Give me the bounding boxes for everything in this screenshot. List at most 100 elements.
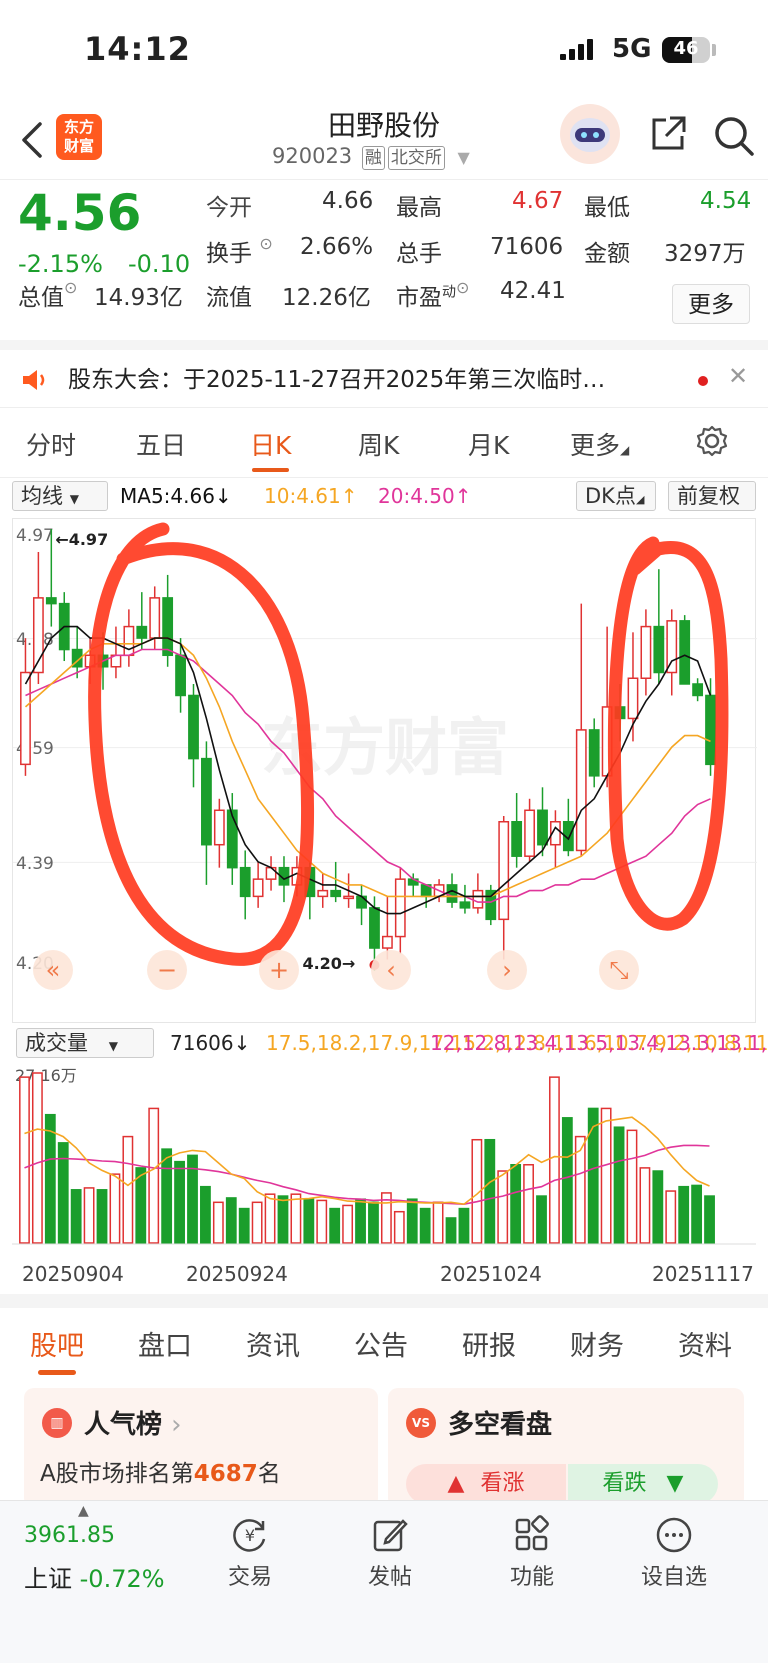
- tab-more[interactable]: 更多◢: [570, 426, 629, 462]
- ma-legend-row: 均线 ▼ MA5:4.66↓ 10:4.61↑ 20:4.50↑ DK点◢ 前复…: [0, 478, 768, 518]
- stock-code-row[interactable]: 920023 融北交所 ▼: [272, 144, 470, 170]
- volume-select[interactable]: 成交量 ▼: [16, 1028, 154, 1058]
- nav-functions[interactable]: 功能: [472, 1509, 592, 1591]
- volume-bar: [277, 1195, 289, 1244]
- fullscreen-button[interactable]: ⤡: [599, 950, 639, 990]
- more-button[interactable]: 更多: [672, 284, 750, 324]
- stock-header: 东方 财富 田野股份 920023 融北交所 ▼: [0, 100, 768, 180]
- scroll-left-button[interactable]: «: [33, 950, 73, 990]
- pe-sup: 动: [442, 284, 456, 301]
- adjust-select[interactable]: 前复权: [668, 481, 756, 511]
- volume-bar: [484, 1138, 496, 1244]
- share-icon[interactable]: [648, 114, 688, 154]
- info-tabs: 股吧 盘口 资讯 公告 研报 财务 资料: [0, 1308, 768, 1378]
- next-button[interactable]: ›: [487, 950, 527, 990]
- volume-bar: [652, 1170, 664, 1244]
- sentiment-card[interactable]: VS 多空看盘 ▲ 看涨 看跌 ▼: [388, 1388, 744, 1508]
- bearish-button[interactable]: 看跌 ▼: [568, 1464, 718, 1504]
- volume-chart[interactable]: 27.16万: [12, 1063, 756, 1258]
- candle-body: [627, 677, 639, 720]
- tab-monthly-k[interactable]: 月K: [468, 426, 509, 462]
- candle: [653, 569, 665, 684]
- zoom-out-button[interactable]: −: [147, 950, 187, 990]
- zoom-in-button[interactable]: +: [259, 950, 299, 990]
- market-cap-label[interactable]: 总值⊙: [18, 278, 77, 312]
- tab-guba[interactable]: 股吧: [30, 1324, 84, 1375]
- volume-bar: [225, 1197, 237, 1244]
- nav-add-watchlist-label: 设自选: [640, 1565, 707, 1590]
- volume-bar: [96, 1189, 108, 1244]
- high-label: 最高: [396, 195, 442, 221]
- volume-bar: [510, 1164, 522, 1244]
- signal-icon: [560, 39, 593, 60]
- ma10-value: 10:4.61↑: [264, 484, 358, 508]
- volume-bar: [626, 1129, 638, 1244]
- fullscreen-icon: ⤡: [609, 956, 628, 984]
- candle-body: [201, 757, 212, 846]
- stock-code: 920023: [272, 144, 353, 168]
- tab-finance[interactable]: 财务: [570, 1324, 624, 1363]
- rank-line: A股市场排名第4687名: [40, 1454, 281, 1488]
- ma5-value: MA5:4.66↓: [120, 484, 232, 508]
- candle-body: [175, 654, 186, 697]
- pe-label-text: 市盈: [396, 285, 442, 311]
- volume-label: 总手: [396, 241, 442, 267]
- tab-announcements[interactable]: 公告: [354, 1324, 408, 1363]
- tab-weekly-k[interactable]: 周K: [358, 426, 399, 462]
- dk-point-select[interactable]: DK点◢: [576, 481, 656, 511]
- bullish-button[interactable]: ▲ 看涨: [406, 1464, 566, 1504]
- turnover-label[interactable]: 换手 ⊙: [206, 234, 273, 268]
- min-price-marker: 4.20→: [302, 954, 355, 973]
- candle-body: [343, 895, 355, 900]
- date-axis: 20250904 20250924 20251024 20251117: [12, 1258, 756, 1294]
- candlestick-chart[interactable]: 东方财富4.974.784.594.394.20←4.974.20→«−+‹›⤡: [12, 518, 757, 1023]
- edit-icon: [373, 1519, 408, 1552]
- rank-prefix: A股市场排名第: [40, 1461, 194, 1487]
- nav-add-watchlist[interactable]: 设自选: [614, 1509, 734, 1591]
- tab-news[interactable]: 资讯: [246, 1324, 300, 1363]
- candle: [666, 609, 678, 696]
- candle: [459, 884, 471, 914]
- status-bar: 14:12 5G 46: [0, 0, 768, 100]
- tab-pankou[interactable]: 盘口: [138, 1324, 192, 1363]
- tab-research[interactable]: 研报: [462, 1324, 516, 1363]
- corner-caret-icon: ◢: [620, 443, 630, 457]
- next-icon: ›: [502, 956, 512, 984]
- candle-body: [640, 625, 652, 679]
- candle-body: [123, 625, 135, 657]
- nav-post-label: 发帖: [367, 1565, 412, 1590]
- pe-label[interactable]: 市盈动⊙: [396, 278, 469, 312]
- volume-bar: [342, 1204, 354, 1244]
- volume-bar: [19, 1076, 30, 1244]
- settings-gear-icon[interactable]: [695, 424, 729, 458]
- quote-panel: 4.56 -2.15% -0.10 今开 4.66 最高 4.67 最低 4.5…: [0, 180, 768, 340]
- close-icon[interactable]: ✕: [728, 362, 748, 390]
- indicator-select[interactable]: 均线 ▼: [12, 481, 108, 511]
- tab-daily-k[interactable]: 日K: [250, 426, 291, 472]
- popularity-card[interactable]: ▥ 人气榜 › A股市场排名第4687名: [24, 1388, 378, 1508]
- assistant-avatar[interactable]: [560, 104, 620, 164]
- battery-level: 46: [673, 38, 699, 59]
- candle: [562, 798, 574, 857]
- prev-button[interactable]: ‹: [371, 950, 411, 990]
- info-icon[interactable]: ⊙: [259, 234, 272, 253]
- status-time: 14:12: [84, 30, 191, 68]
- nav-post[interactable]: 发帖: [330, 1509, 450, 1591]
- volume-bar: [665, 1190, 677, 1244]
- candle-body: [188, 694, 199, 760]
- candle-body: [149, 597, 161, 639]
- low-value: 4.54: [700, 188, 752, 214]
- tab-five-day[interactable]: 五日: [136, 426, 186, 462]
- volume-bar: [523, 1164, 534, 1244]
- info-icon[interactable]: ⊙: [456, 278, 469, 297]
- info-icon[interactable]: ⊙: [64, 278, 77, 297]
- notice-bar[interactable]: 股东大会：于2025-11-27召开2025年第三次临时… ✕: [0, 340, 768, 408]
- tab-intraday[interactable]: 分时: [26, 426, 76, 462]
- search-icon[interactable]: [712, 114, 756, 158]
- volume-bar: [639, 1167, 651, 1244]
- unread-dot: [698, 376, 708, 386]
- tab-more-label: 更多: [570, 431, 621, 460]
- robot-icon: [570, 118, 610, 152]
- nav-trade[interactable]: ¥ 交易: [190, 1509, 310, 1591]
- tab-profile[interactable]: 资料: [678, 1324, 732, 1363]
